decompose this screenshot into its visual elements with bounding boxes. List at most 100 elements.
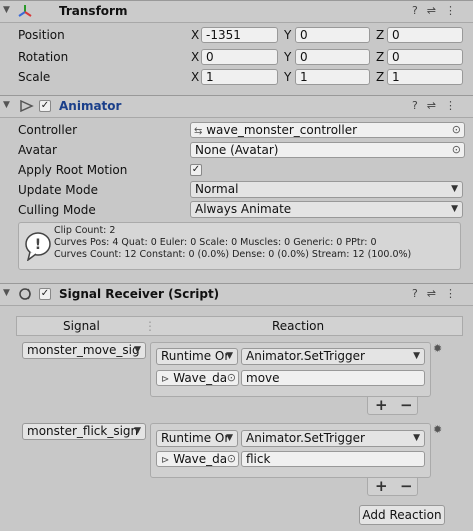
scale-label: Scale: [18, 70, 51, 84]
axis-z-label[interactable]: Z: [376, 70, 384, 84]
argument-field[interactable]: move: [241, 370, 425, 386]
chevron-down-icon: ▼: [451, 204, 458, 214]
signal-table-header: Signal ⋮ Reaction: [16, 316, 463, 336]
update-mode-value: Normal: [195, 182, 239, 196]
settings-icon[interactable]: ⇌: [427, 287, 445, 300]
object-picker-icon[interactable]: ⊙: [226, 371, 236, 385]
column-divider[interactable]: ⋮: [144, 319, 156, 333]
object-picker-icon[interactable]: ⊙: [226, 452, 236, 466]
position-z-field[interactable]: 0: [387, 27, 463, 43]
signal-receiver-enabled-checkbox[interactable]: ✓: [39, 288, 51, 300]
chevron-down-icon: ▼: [451, 184, 458, 194]
update-mode-dropdown[interactable]: Normal ▼: [190, 181, 463, 198]
position-y-field[interactable]: 0: [295, 27, 370, 43]
animator-header[interactable]: ▼ ✓ Animator ?⇌⋮: [0, 95, 473, 118]
runtime-value: Runtime Or: [161, 431, 230, 445]
signal-column-header: Signal: [63, 319, 100, 333]
axis-y-label[interactable]: Y: [284, 70, 291, 84]
info-bubble-icon: !: [25, 232, 51, 261]
fold-arrow-icon[interactable]: ▼: [3, 288, 10, 298]
chevron-down-icon: ▼: [134, 345, 141, 355]
method-dropdown[interactable]: Animator.SetTrigger ▼: [241, 430, 425, 447]
apply-root-motion-label: Apply Root Motion: [18, 163, 128, 177]
runtime-dropdown[interactable]: Runtime Or ▼: [156, 430, 238, 447]
avatar-label: Avatar: [18, 143, 57, 157]
argument-field[interactable]: flick: [241, 451, 425, 467]
help-icon[interactable]: ?: [412, 99, 427, 112]
target-object-field[interactable]: ⊳ Wave_da ⊙: [156, 451, 239, 467]
controller-field[interactable]: ⇆ wave_monster_controller ⊙: [190, 122, 465, 138]
signal-value: monster_move_sig: [27, 343, 140, 357]
avatar-field[interactable]: None (Avatar) ⊙: [190, 142, 465, 158]
help-icon[interactable]: ?: [412, 4, 427, 17]
axis-y-label[interactable]: Y: [284, 50, 291, 64]
more-icon[interactable]: ⋮: [445, 287, 465, 300]
rotation-z-field[interactable]: 0: [387, 49, 463, 65]
signal-dropdown[interactable]: monster_flick_sign ▼: [22, 423, 146, 440]
component-title: Signal Receiver (Script): [59, 287, 220, 301]
axis-x-label[interactable]: X: [191, 28, 199, 42]
position-x-field[interactable]: -1351: [201, 27, 278, 43]
chevron-down-icon: ▼: [413, 433, 420, 443]
animator-info-box: ! Clip Count: 2 Curves Pos: 4 Quat: 0 Eu…: [18, 222, 461, 270]
object-picker-icon[interactable]: ⊙: [452, 123, 461, 137]
target-object-value: Wave_da: [173, 452, 228, 466]
gear-icon[interactable]: ✹: [433, 423, 442, 436]
target-object-field[interactable]: ⊳ Wave_da ⊙: [156, 370, 239, 386]
signal-dropdown[interactable]: monster_move_sig ▼: [22, 342, 146, 359]
apply-root-motion-checkbox[interactable]: ✓: [190, 164, 202, 176]
animator-enabled-checkbox[interactable]: ✓: [39, 100, 51, 112]
update-mode-label: Update Mode: [18, 183, 98, 197]
remove-listener-button[interactable]: −: [400, 396, 413, 414]
rotation-x-field[interactable]: 0: [201, 49, 278, 65]
axis-x-label[interactable]: X: [191, 70, 199, 84]
gear-icon[interactable]: ✹: [433, 342, 442, 355]
add-listener-button[interactable]: +: [375, 477, 388, 495]
axis-y-label[interactable]: Y: [284, 28, 291, 42]
controller-value: wave_monster_controller: [206, 123, 358, 137]
culling-mode-dropdown[interactable]: Always Animate ▼: [190, 201, 463, 218]
transform-icon: [18, 5, 32, 17]
runtime-dropdown[interactable]: Runtime Or ▼: [156, 348, 238, 365]
header-icons[interactable]: ?⇌⋮: [412, 4, 465, 17]
method-value: Animator.SetTrigger: [246, 349, 365, 363]
animator-object-icon: ⊳: [161, 374, 170, 385]
culling-mode-label: Culling Mode: [18, 203, 96, 217]
axis-z-label[interactable]: Z: [376, 50, 384, 64]
info-line: Curves Count: 12 Constant: 0 (0.0%) Dens…: [54, 249, 412, 260]
reaction-column-header: Reaction: [272, 319, 325, 333]
culling-mode-value: Always Animate: [195, 202, 292, 216]
runtime-value: Runtime Or: [161, 349, 230, 363]
fold-arrow-icon[interactable]: ▼: [3, 100, 10, 110]
settings-icon[interactable]: ⇌: [427, 99, 445, 112]
rotation-y-field[interactable]: 0: [295, 49, 370, 65]
signal-value: monster_flick_sign: [27, 424, 139, 438]
help-icon[interactable]: ?: [412, 287, 427, 300]
transform-header[interactable]: ▼ Transform ?⇌⋮: [0, 0, 473, 23]
scale-z-field[interactable]: 1: [387, 69, 463, 85]
add-listener-button[interactable]: +: [375, 396, 388, 414]
method-value: Animator.SetTrigger: [246, 431, 365, 445]
signal-receiver-header[interactable]: ▼ ✓ Signal Receiver (Script) ?⇌⋮: [0, 283, 473, 306]
remove-listener-button[interactable]: −: [400, 477, 413, 495]
scale-x-field[interactable]: 1: [201, 69, 278, 85]
controller-asset-icon: ⇆: [194, 126, 203, 137]
more-icon[interactable]: ⋮: [445, 99, 465, 112]
settings-icon[interactable]: ⇌: [427, 4, 445, 17]
animator-object-icon: ⊳: [161, 455, 170, 466]
target-object-value: Wave_da: [173, 371, 228, 385]
fold-arrow-icon[interactable]: ▼: [3, 5, 10, 15]
rotation-label: Rotation: [18, 50, 69, 64]
scale-y-field[interactable]: 1: [295, 69, 370, 85]
axis-x-label[interactable]: X: [191, 50, 199, 64]
chevron-down-icon: ▼: [134, 426, 141, 436]
axis-z-label[interactable]: Z: [376, 28, 384, 42]
more-icon[interactable]: ⋮: [445, 4, 465, 17]
header-icons[interactable]: ?⇌⋮: [412, 99, 465, 112]
component-title: Animator: [59, 99, 122, 113]
method-dropdown[interactable]: Animator.SetTrigger ▼: [241, 348, 425, 365]
info-line: Clip Count: 2: [54, 225, 116, 236]
header-icons[interactable]: ?⇌⋮: [412, 287, 465, 300]
add-reaction-button[interactable]: Add Reaction: [359, 505, 445, 525]
object-picker-icon[interactable]: ⊙: [452, 143, 461, 157]
